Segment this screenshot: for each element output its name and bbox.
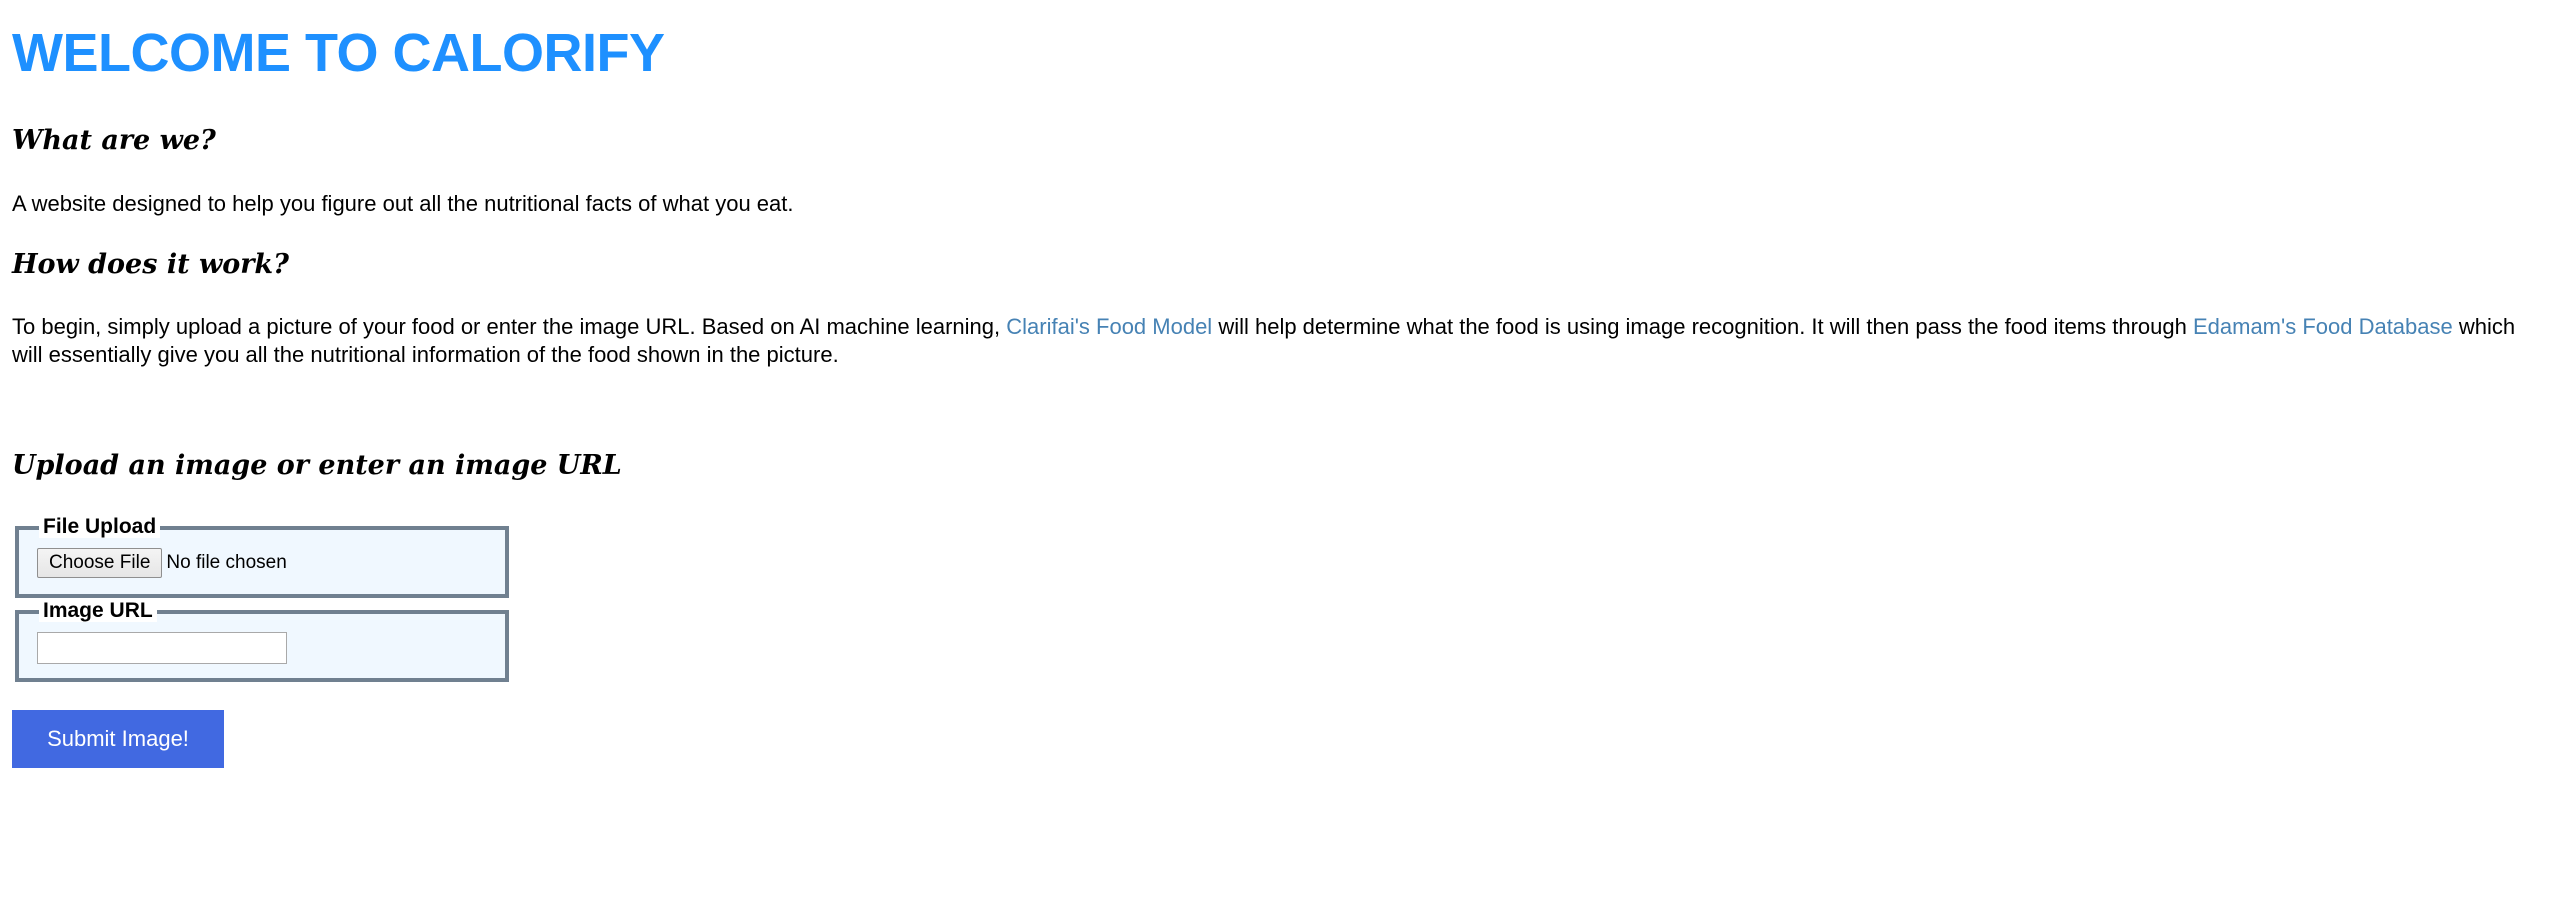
- file-upload-legend: File Upload: [39, 516, 161, 538]
- clarifai-food-model-link[interactable]: Clarifai's Food Model: [1006, 314, 1212, 339]
- about-text: A website designed to help you figure ou…: [12, 191, 794, 216]
- file-upload-fieldset: File Upload Choose File No file chosen: [15, 516, 509, 598]
- page-title: WELCOME TO CALORIFY: [12, 23, 665, 83]
- image-url-legend: Image URL: [39, 600, 157, 622]
- how-text: To begin, simply upload a picture of you…: [12, 313, 2548, 369]
- file-status-text: No file chosen: [166, 552, 287, 573]
- image-url-fieldset: Image URL: [15, 600, 509, 682]
- how-heading: How does it work?: [12, 249, 289, 280]
- how-text-part1: To begin, simply upload a picture of you…: [12, 314, 1007, 339]
- choose-file-button[interactable]: Choose File: [37, 548, 163, 578]
- file-input[interactable]: Choose File No file chosen: [37, 548, 287, 578]
- upload-heading: Upload an image or enter an image URL: [12, 450, 622, 481]
- image-url-input[interactable]: [37, 632, 287, 664]
- about-heading: What are we?: [12, 125, 216, 156]
- edamam-food-database-link[interactable]: Edamam's Food Database: [2193, 314, 2453, 339]
- how-text-part2: will help determine what the food is usi…: [1212, 314, 2193, 339]
- submit-image-button[interactable]: Submit Image!: [12, 710, 224, 768]
